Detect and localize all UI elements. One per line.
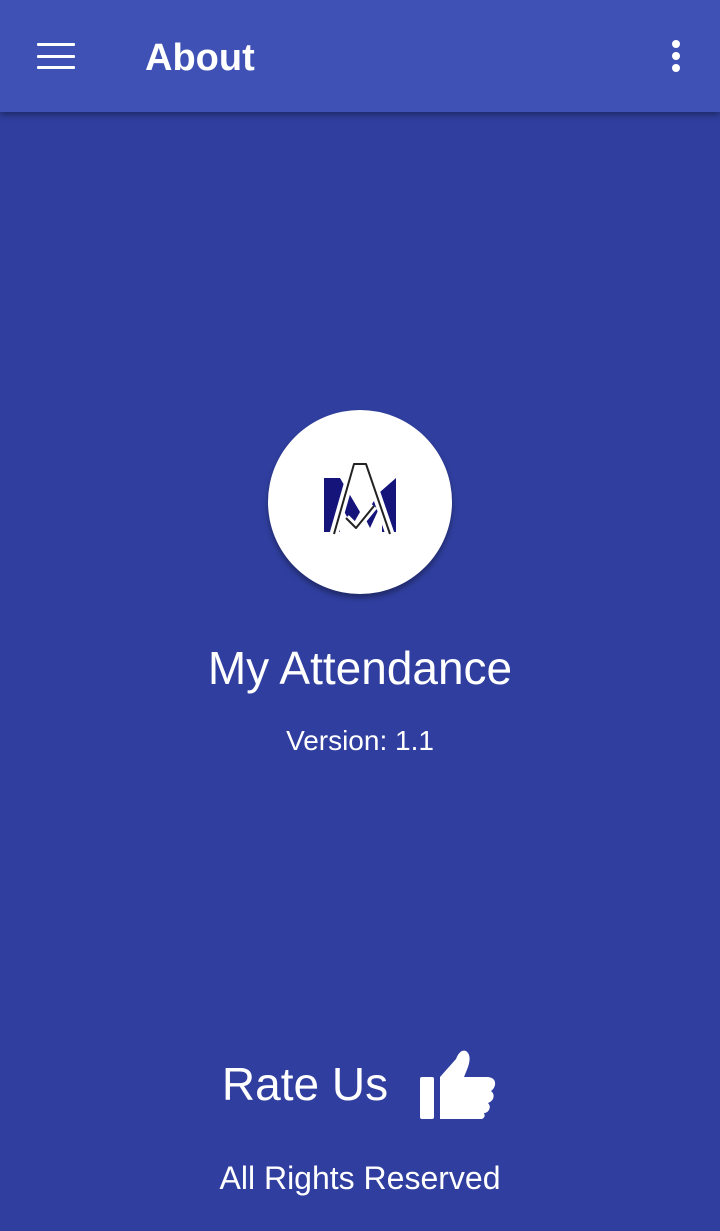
hamburger-menu-icon [37,43,75,69]
thumbs-up-icon [420,1050,496,1119]
rights-text: All Rights Reserved [219,1160,501,1196]
version-text: Version: 1.1 [286,725,434,756]
app-name: My Attendance [207,642,513,694]
my-attendance-logo [324,459,396,536]
more-vert-icon [672,40,680,72]
page-title: About [145,37,255,79]
app-bar: About [0,0,720,112]
more-options-button[interactable] [652,28,700,84]
rate-us-button[interactable]: Rate Us [0,1044,720,1124]
menu-button[interactable] [22,24,90,88]
rate-us-label: Rate Us [221,1058,389,1110]
app-logo [268,410,452,594]
